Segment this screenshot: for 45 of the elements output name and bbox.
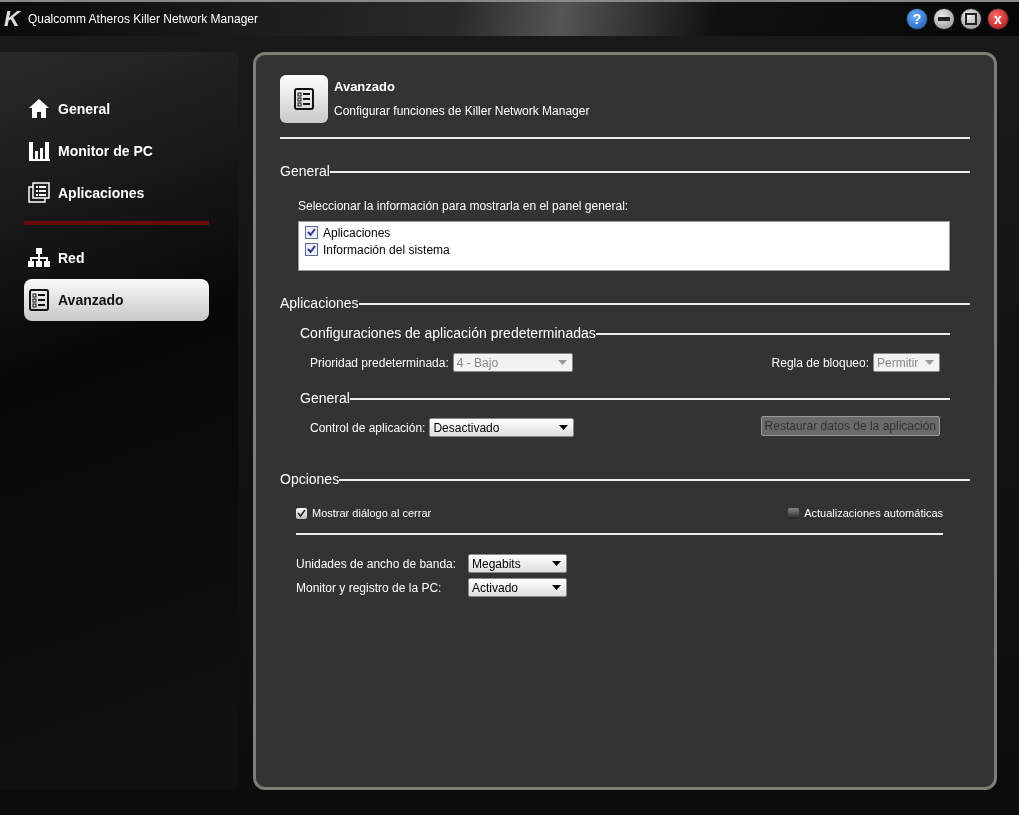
checkbox-label: Aplicaciones [323,225,391,240]
checkbox-label: Información del sistema [323,242,450,257]
sidebar-item[interactable]: Aplicaciones [24,172,209,214]
checkbox-label: Actualizaciones automáticas [804,507,943,519]
dropdown[interactable]: Desactivado [429,418,575,437]
field-label: Control de aplicación: [310,420,426,435]
stacked-list-icon [28,182,50,204]
caret-icon [557,360,567,365]
window-title: Qualcomm Atheros Killer Network Manager [27,12,258,26]
caret-icon [559,425,569,430]
checkbox[interactable] [305,226,318,239]
home-icon [28,98,50,120]
network-tree-icon [28,247,50,269]
checklist-icon [28,289,50,311]
section-heading: General [300,390,350,406]
checklist-icon [280,75,328,123]
field-label: Monitor y registro de la PC: [296,580,443,595]
field-label: Prioridad predeterminada: [310,355,449,370]
section-heading: General [280,163,330,179]
section-heading: Configuraciones de aplicación predeterminadas [300,325,596,341]
sidebar-item[interactable]: Monitor de PC [24,130,209,172]
checkbox[interactable] [296,507,307,519]
field-label: Regla de bloqueo: [771,355,869,370]
sidebar-item[interactable]: General [24,88,209,130]
section-heading: Aplicaciones [280,295,359,311]
sidebar-item[interactable]: Avanzado [24,279,209,321]
checkbox-label: Mostrar diálogo al cerrar [312,507,432,519]
app-logo: K [4,6,20,32]
caret-icon [552,585,561,590]
sidebar-item[interactable]: Red [24,237,209,279]
close-button[interactable]: x [987,8,1009,30]
caret-icon [552,561,561,566]
page-subtitle: Configurar funciones de Killer Network Manager [334,104,590,118]
dropdown[interactable]: Megabits [468,554,567,573]
section-heading: Opciones [280,471,340,487]
instruction-text: Seleccionar la información para mostrarla en el panel general: [298,199,630,213]
minimize-button[interactable] [933,8,955,30]
page-title: Avanzado [334,79,396,94]
checkbox[interactable] [788,507,800,519]
checkbox[interactable] [305,243,318,256]
dropdown[interactable]: Activado [468,578,567,597]
bar-chart-icon [28,140,50,162]
caret-icon [925,360,934,365]
maximize-button[interactable] [960,8,982,30]
field-label: Unidades de ancho de banda: [296,556,458,571]
